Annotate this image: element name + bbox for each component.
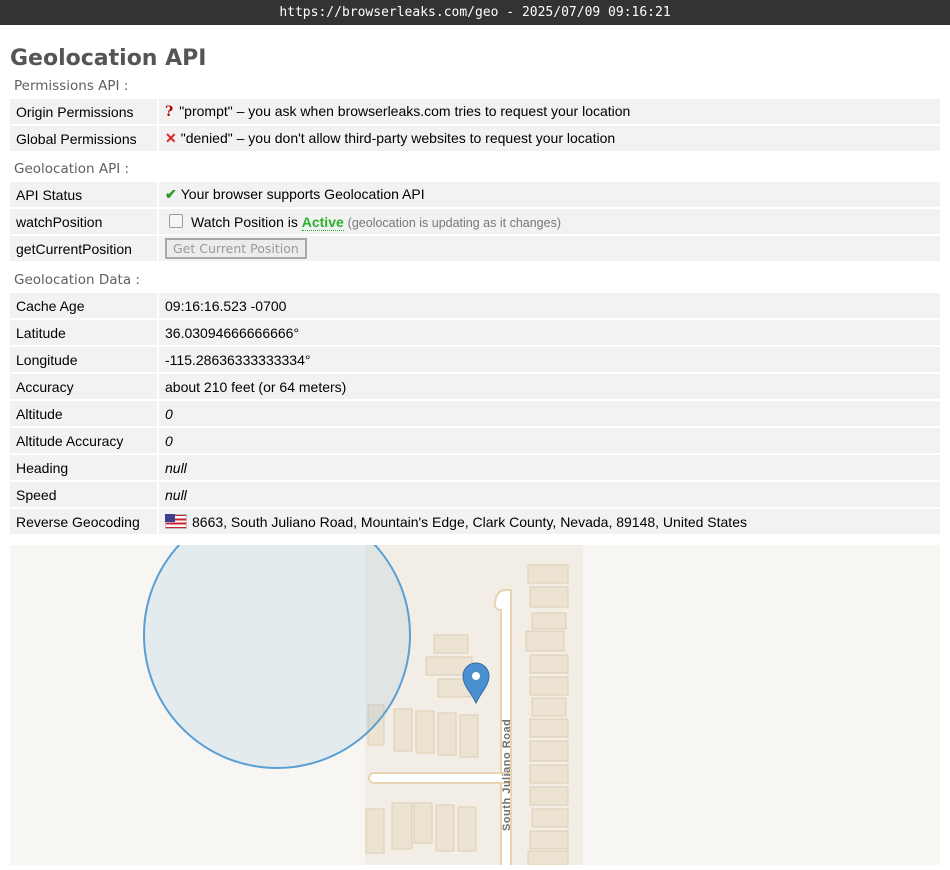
global-permission-value: "denied" – you don't allow third-party w… [180,130,616,146]
table-row: Accuracy about 210 feet (or 64 meters) [10,374,940,399]
building [527,850,569,865]
watch-prefix: Watch Position is [191,213,298,230]
table-row: Longitude -115.28636333333334° [10,347,940,372]
api-status-value: Your browser supports Geolocation API [180,186,425,202]
building [531,808,569,828]
row-label: Global Permissions [10,126,159,151]
location-map[interactable]: South Juliano Road [10,545,940,865]
section-geodata-heading: Geolocation Data : [14,272,140,288]
row-value: ? "prompt" – you ask when browserleaks.co… [159,99,940,124]
longitude-value: -115.28636333333334° [159,347,940,372]
building [415,710,435,754]
section-permissions-heading: Permissions API : [14,78,129,94]
window-title: https://browserleaks.com/geo - 2025/07/0… [279,5,671,20]
table-row: Altitude 0 [10,401,940,426]
row-label: Reverse Geocoding [10,509,159,534]
building [393,708,413,752]
reverse-geocoding-value: 8663, South Juliano Road, Mountain's Edg… [192,513,747,530]
building [529,786,569,806]
latitude-value: 36.03094666666666° [159,320,940,345]
watch-state-active: Active [301,213,344,231]
row-label: Cache Age [10,293,159,318]
building [529,676,569,696]
geodata-table: Cache Age 09:16:16.523 -0700 Latitude 36.0… [10,291,940,536]
building [365,808,385,854]
building [413,802,433,844]
row-value: Watch Position is Active (geolocation is… [159,209,940,234]
building [437,712,457,756]
speed-value: null [159,482,940,507]
building [527,564,569,584]
altitude-accuracy-value: 0 [159,428,940,453]
table-row: API Status ✔ Your browser supports Geoloc… [10,182,940,207]
building [525,630,565,652]
row-label: watchPosition [10,209,159,234]
heading-value: null [159,455,940,480]
building [457,806,477,852]
page-title: Geolocation API [10,46,207,71]
building [529,764,569,784]
row-value: ✕ "denied" – you don't allow third-party … [159,126,940,151]
building [391,802,413,850]
road-label: South Juliano Road [501,719,513,831]
building [529,740,569,762]
row-label: Origin Permissions [10,99,159,124]
geoapi-table: API Status ✔ Your browser supports Geoloc… [10,180,940,263]
table-row: Origin Permissions ? "prompt" – you ask w… [10,99,940,124]
permissions-table: Origin Permissions ? "prompt" – you ask w… [10,97,940,153]
cross-icon: ✕ [165,130,177,146]
table-row: Reverse Geocoding 8663, South Juliano Roa… [10,509,940,534]
building [529,654,569,674]
building [529,586,569,608]
section-geoapi-heading: Geolocation API : [14,161,130,177]
row-label: Altitude Accuracy [10,428,159,453]
row-value: ✔ Your browser supports Geolocation API [159,182,940,207]
table-row: Latitude 36.03094666666666° [10,320,940,345]
origin-permission-value: "prompt" – you ask when browserleaks.com… [179,103,631,119]
question-icon: ? [165,104,174,120]
building [531,612,567,630]
row-label: Longitude [10,347,159,372]
watch-note: (geolocation is updating as it changes) [347,215,562,230]
row-value: Get Current Position [159,236,940,261]
us-flag-icon [165,513,187,529]
get-current-position-button[interactable]: Get Current Position [165,238,307,259]
building [459,714,479,758]
row-label: Speed [10,482,159,507]
row-label: Latitude [10,320,159,345]
table-row: Cache Age 09:16:16.523 -0700 [10,293,940,318]
row-label: Accuracy [10,374,159,399]
row-label: Altitude [10,401,159,426]
table-row: Altitude Accuracy 0 [10,428,940,453]
accuracy-value: about 210 feet (or 64 meters) [159,374,940,399]
building [529,718,569,738]
building [531,697,567,717]
table-row: Global Permissions ✕ "denied" – you don't… [10,126,940,151]
building [435,804,455,852]
cache-age-value: 09:16:16.523 -0700 [159,293,940,318]
building [433,634,469,654]
watch-position-checkbox[interactable] [169,213,183,228]
marker-dot [472,672,480,680]
row-label: getCurrentPosition [10,236,159,261]
table-row: Heading null [10,455,940,480]
building [529,830,569,850]
table-row: getCurrentPosition Get Current Position [10,236,940,261]
table-row: Speed null [10,482,940,507]
map-canvas[interactable]: South Juliano Road [10,545,940,865]
altitude-value: 0 [159,401,940,426]
reverse-geocoding-cell: 8663, South Juliano Road, Mountain's Edg… [159,509,940,534]
table-row: watchPosition Watch Position is Active (… [10,209,940,234]
row-label: API Status [10,182,159,207]
row-label: Heading [10,455,159,480]
window-title-bar: https://browserleaks.com/geo - 2025/07/0… [0,0,950,25]
check-icon: ✔ [165,186,177,202]
